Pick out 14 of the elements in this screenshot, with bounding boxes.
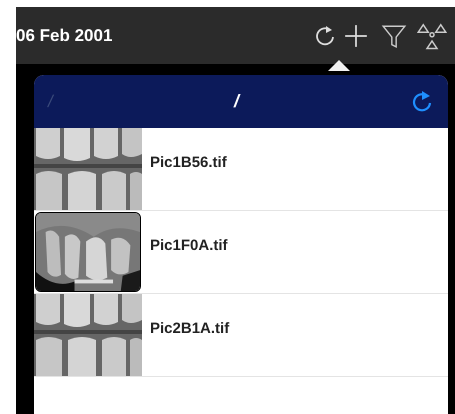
file-name: Pic1B56.tif xyxy=(150,153,227,173)
refresh-icon[interactable] xyxy=(313,24,337,48)
radiation-icon[interactable] xyxy=(417,20,447,50)
file-row[interactable]: Pic1F0A.tif xyxy=(34,211,448,294)
filter-icon[interactable] xyxy=(381,22,407,48)
plus-icon[interactable] xyxy=(343,22,369,48)
file-name: Pic1F0A.tif xyxy=(150,236,228,256)
popover-arrow-icon xyxy=(327,60,351,71)
file-name: Pic2B1A.tif xyxy=(150,319,230,339)
refresh-icon[interactable] xyxy=(410,90,434,114)
file-row[interactable]: Pic2B1A.tif xyxy=(34,294,448,377)
nav-title: / xyxy=(234,90,240,113)
date-label: 06 Feb 2001 xyxy=(16,24,112,47)
file-row[interactable]: Pic1B56.tif xyxy=(34,128,448,211)
